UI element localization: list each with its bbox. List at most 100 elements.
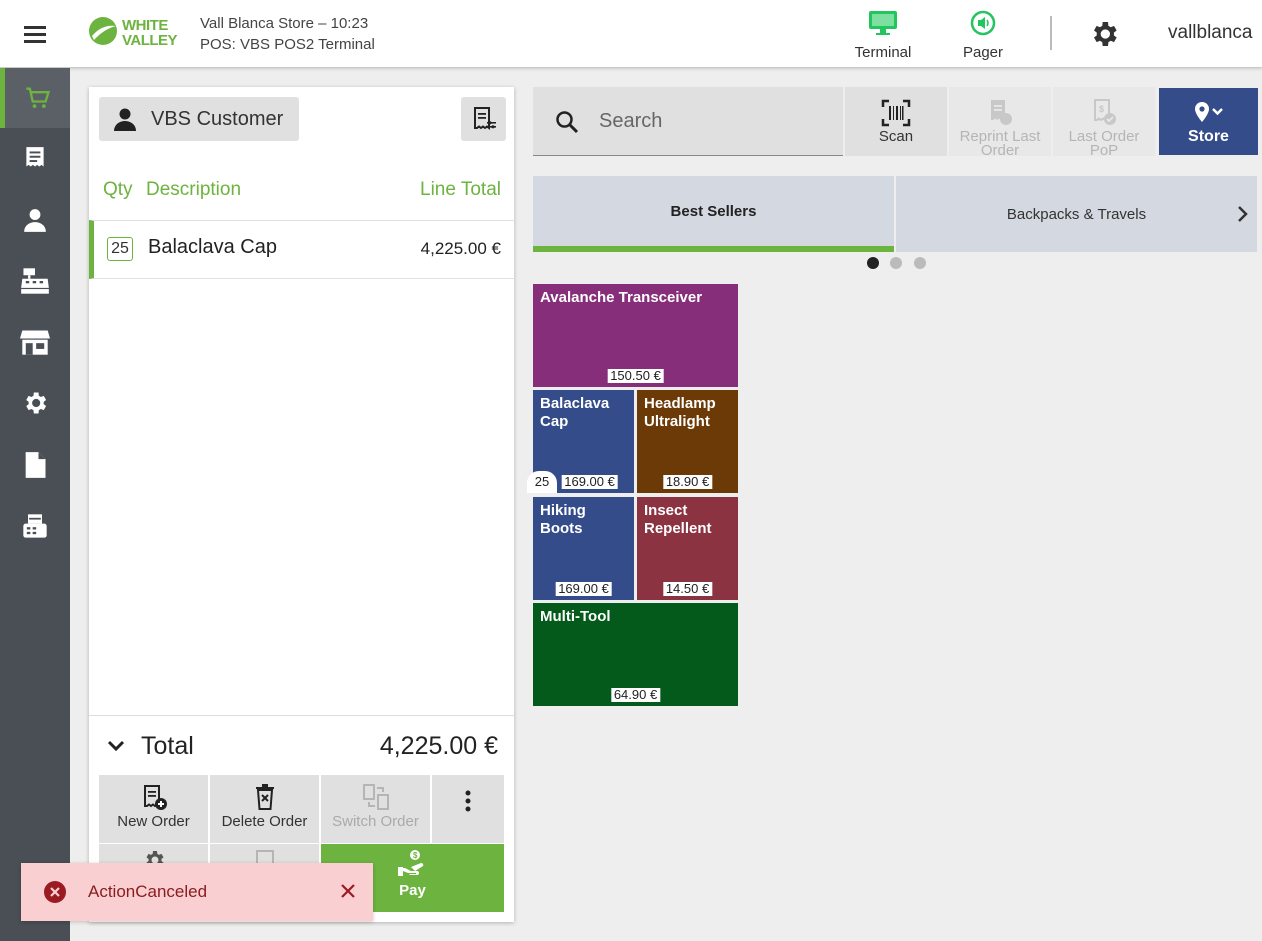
product-price: 14.50 €: [662, 582, 713, 596]
person-icon: [114, 108, 136, 131]
scan-button[interactable]: Scan: [845, 87, 947, 156]
column-header-description: Description: [146, 179, 242, 200]
product-tile-balaclava-cap[interactable]: Balaclava Cap 25 169.00 €: [527, 390, 634, 493]
more-vertical-icon: [465, 790, 471, 812]
logo-text-line1: WHITE: [122, 17, 168, 34]
logo-text-line2: VALLEY: [122, 32, 178, 49]
product-price: 18.90 €: [662, 475, 713, 489]
page-dot-2[interactable]: [890, 257, 902, 269]
reprint-icon: [991, 100, 1012, 125]
new-order-label: New Order: [117, 813, 190, 830]
close-icon[interactable]: [337, 880, 359, 902]
sidebar-item-printer[interactable]: [0, 496, 70, 556]
receipt-icon: [26, 147, 44, 167]
receipt-settings-icon: [473, 107, 496, 130]
product-tile-headlamp-ultralight[interactable]: Headlamp Ultralight 18.90 €: [637, 390, 738, 493]
product-tile-hiking-boots[interactable]: Hiking Boots 169.00 €: [533, 497, 634, 600]
error-toast: ActionCanceled: [21, 863, 373, 921]
location-pin-icon: [1194, 102, 1223, 122]
menu-icon[interactable]: [22, 24, 48, 44]
store-name-time: Vall Blanca Store – 10:23: [200, 15, 369, 32]
app-header: WHITE VALLEY Vall Blanca Store – 10:23 P…: [0, 0, 1262, 68]
search-icon: [556, 111, 579, 134]
receipt-check-icon: $: [1094, 99, 1116, 125]
new-order-button[interactable]: New Order: [99, 775, 208, 843]
logo-leaf-icon: [89, 17, 117, 45]
sidebar-item-settings[interactable]: [0, 373, 70, 433]
product-price: 169.00 €: [561, 475, 618, 489]
cash-register-icon: [21, 268, 49, 294]
product-name: Balaclava Cap: [540, 395, 610, 430]
customer-button[interactable]: VBS Customer: [99, 97, 299, 141]
new-order-icon: [143, 785, 167, 810]
store-selector-button[interactable]: Store: [1159, 88, 1258, 155]
barcode-scan-icon: [881, 99, 911, 127]
trash-icon: [255, 784, 274, 810]
tab-best-sellers[interactable]: Best Sellers: [533, 176, 894, 252]
product-tile-avalanche-transceiver[interactable]: Avalanche Transceiver 150.50 €: [533, 284, 738, 387]
switch-order-icon: [362, 784, 389, 810]
toast-message: ActionCanceled: [88, 882, 208, 901]
column-header-line-total: Line Total: [420, 179, 501, 200]
sidebar-item-customers[interactable]: [0, 190, 70, 250]
pager-button[interactable]: Pager: [948, 8, 1018, 62]
chevron-right-icon[interactable]: [1236, 204, 1250, 224]
product-tile-multi-tool[interactable]: Multi-Tool 64.90 €: [533, 603, 738, 706]
total-value: 4,225.00 €: [379, 732, 498, 760]
monitor-icon: [869, 11, 897, 35]
pager-icon: [970, 10, 996, 36]
person-icon: [24, 209, 46, 232]
cart-icon: [25, 87, 50, 109]
line-qty: 25: [107, 237, 133, 261]
sidebar-item-cash-register[interactable]: [0, 251, 70, 311]
line-total: 4,225.00 €: [420, 239, 501, 258]
chevron-down-icon: [1211, 108, 1223, 116]
switch-order-label: Switch Order: [332, 813, 419, 830]
user-name[interactable]: vallblanca: [1168, 22, 1253, 44]
pager-label: Pager: [962, 44, 1004, 61]
pos-terminal: POS: VBS POS2 Terminal: [200, 36, 375, 53]
header-divider: [1050, 16, 1052, 50]
document-icon: [25, 452, 46, 478]
column-header-qty: Qty: [103, 179, 133, 200]
sidebar-item-orders[interactable]: [0, 129, 70, 189]
page-dot-3[interactable]: [914, 257, 926, 269]
order-total-row[interactable]: Total 4,225.00 €: [89, 727, 514, 767]
store-icon: [20, 330, 50, 355]
product-name: Hiking Boots: [540, 502, 586, 537]
white-valley-logo: WHITE VALLEY: [88, 16, 182, 52]
product-name: Avalanche Transceiver: [540, 289, 703, 306]
terminal-button[interactable]: Terminal: [848, 8, 918, 62]
printer-icon: [23, 514, 47, 538]
delete-order-label: Delete Order: [221, 813, 308, 830]
delete-order-button[interactable]: Delete Order: [210, 775, 319, 843]
divider: [89, 715, 514, 716]
product-tile-insect-repellent[interactable]: Insect Repellent 14.50 €: [637, 497, 738, 600]
search-input[interactable]: [599, 105, 829, 137]
line-description: Balaclava Cap: [148, 236, 277, 258]
last-order-pop-button[interactable]: $ Last Order PoP: [1053, 87, 1155, 159]
svg-text:$: $: [413, 851, 418, 860]
last-order-pop-label: Last Order PoP: [1068, 128, 1140, 159]
page-dot-1[interactable]: [867, 257, 879, 269]
receipt-options-button[interactable]: [461, 97, 506, 141]
order-line-item[interactable]: 25 Balaclava Cap 4,225.00 €: [89, 220, 514, 279]
product-name: Insect Repellent: [644, 502, 712, 537]
customer-name: VBS Customer: [151, 107, 284, 130]
store-label: Store: [1188, 128, 1229, 145]
more-actions-button[interactable]: [432, 775, 504, 843]
sidebar-item-cart[interactable]: [0, 68, 70, 128]
pay-hand-icon: $: [397, 850, 423, 876]
reprint-last-order-button[interactable]: Reprint Last Order: [949, 87, 1051, 158]
settings-gear-icon[interactable]: [1088, 18, 1120, 50]
product-price: 150.50 €: [607, 369, 664, 383]
product-qty-badge: 25: [527, 471, 557, 493]
chevron-down-icon: [107, 740, 125, 752]
switch-order-button[interactable]: Switch Order: [321, 775, 430, 843]
sidebar-item-store[interactable]: [0, 312, 70, 372]
sidebar-item-documents[interactable]: [0, 435, 70, 495]
tab-backpacks-travels[interactable]: Backpacks & Travels: [896, 176, 1257, 252]
product-name: Multi-Tool: [540, 608, 611, 625]
scan-label: Scan: [878, 128, 914, 145]
product-name: Headlamp Ultralight: [644, 395, 716, 430]
